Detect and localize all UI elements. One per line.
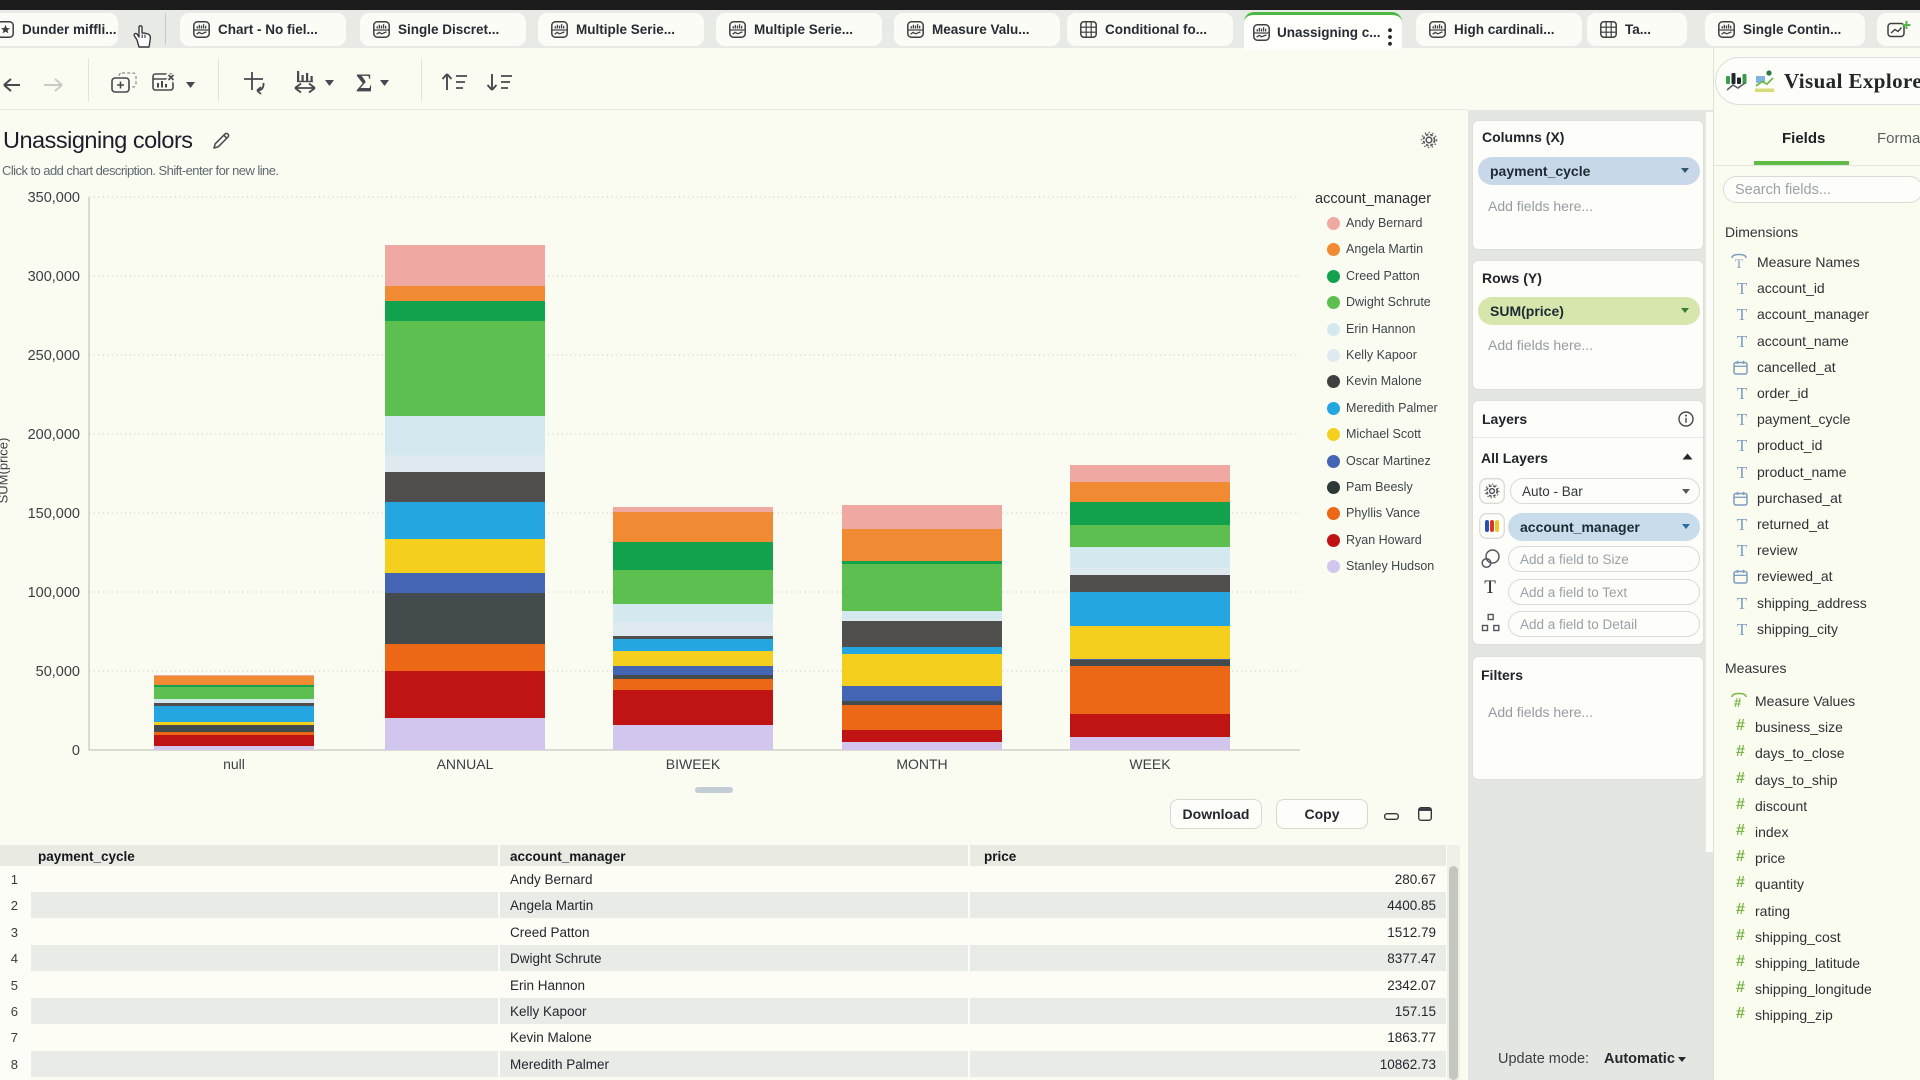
- svg-text:100,000: 100,000: [28, 585, 80, 601]
- svg-text:MONTH: MONTH: [896, 756, 947, 772]
- svg-text:#: #: [1734, 695, 1742, 710]
- svg-text:300,000: 300,000: [28, 269, 80, 285]
- svg-text:null: null: [223, 756, 245, 772]
- svg-text:Σ: Σ: [356, 70, 372, 97]
- svg-text:200,000: 200,000: [28, 427, 80, 443]
- svg-text:ANNUAL: ANNUAL: [437, 756, 494, 772]
- svg-text:250,000: 250,000: [28, 348, 80, 364]
- svg-text:350,000: 350,000: [28, 190, 80, 206]
- svg-text:WEEK: WEEK: [1129, 756, 1171, 772]
- svg-text:0: 0: [72, 743, 80, 759]
- svg-text:150,000: 150,000: [28, 506, 80, 522]
- svg-text:50,000: 50,000: [36, 664, 80, 680]
- svg-text:BIWEEK: BIWEEK: [666, 756, 721, 772]
- svg-text:T: T: [1735, 256, 1743, 271]
